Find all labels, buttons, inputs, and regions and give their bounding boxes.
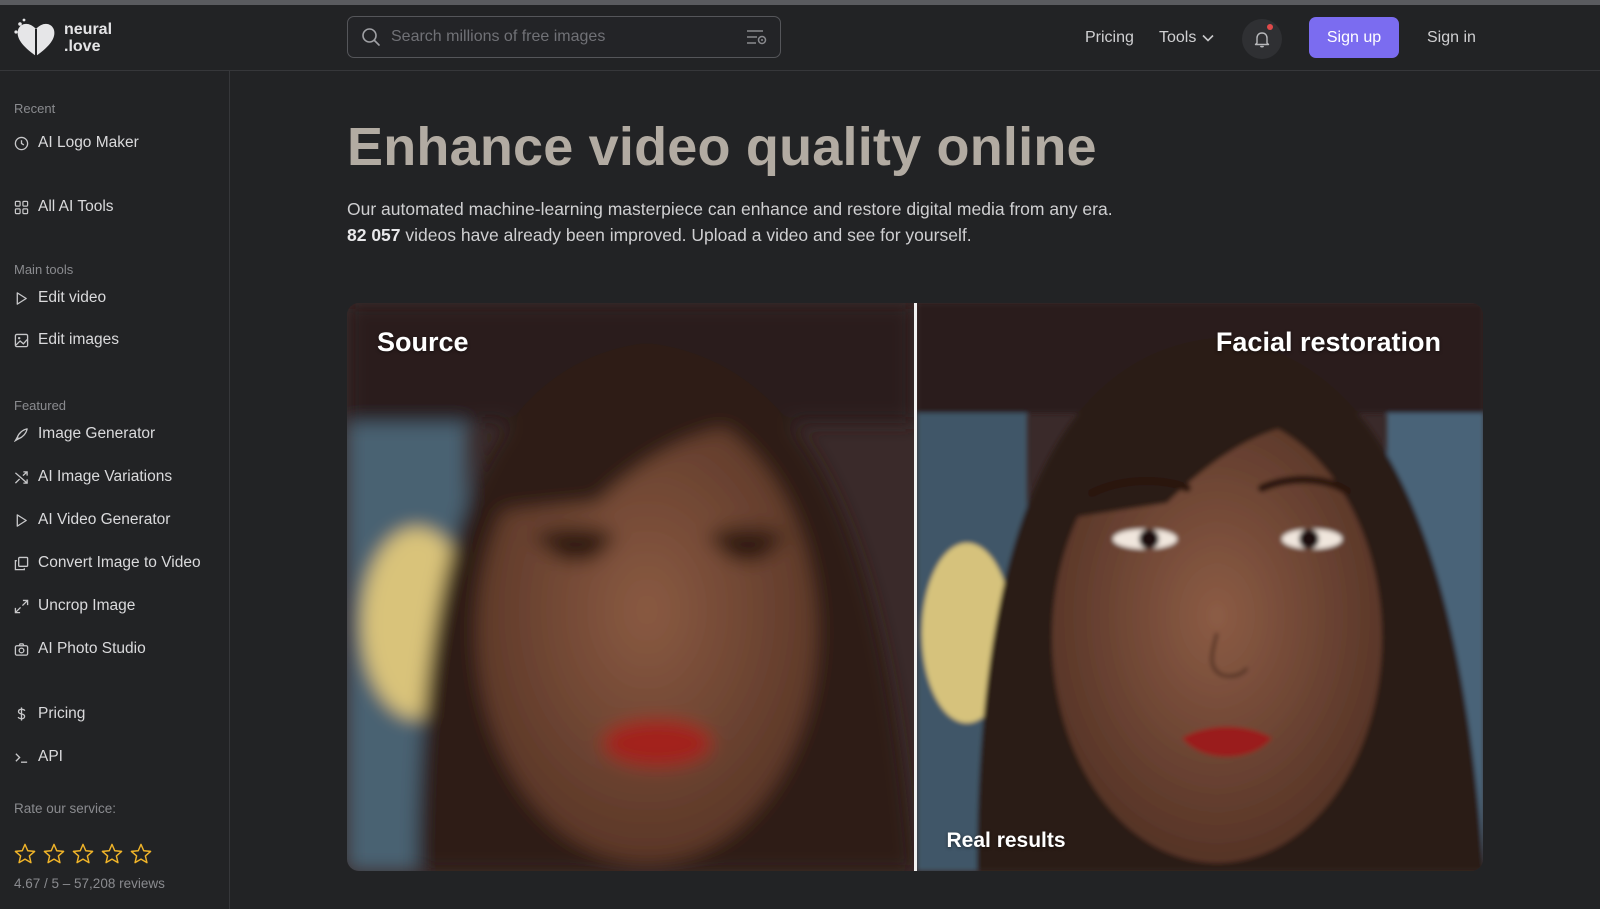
search-filter-icon[interactable] [746,28,768,46]
sidebar-item-ai-video-generator[interactable]: AI Video Generator [14,511,170,529]
description-line-2: 82 057 videos have already been improved… [347,225,972,245]
section-label-main-tools: Main tools [14,262,74,277]
sidebar-item-api[interactable]: API [14,748,63,766]
notifications-button[interactable] [1242,19,1282,59]
source-label: Source [377,327,469,357]
nav-pricing-link[interactable]: Pricing [1085,29,1134,47]
grid-icon [14,200,29,214]
sidebar-item-edit-video[interactable]: Edit video [14,289,106,307]
brand-logo[interactable]: neural .love [14,18,112,58]
sidebar-item-convert-image-to-video[interactable]: Convert Image to Video [14,554,201,572]
section-label-recent: Recent [14,101,56,116]
top-bar: neural .love Pricing Tools Sign up Sign … [0,5,1600,71]
play-icon [16,513,27,527]
layers-icon [14,556,29,570]
terminal-icon [15,752,28,763]
source-face-image [347,303,914,871]
search-bar [347,16,781,58]
search-input[interactable] [391,28,746,46]
improved-count: 82 057 [347,225,401,245]
sidebar-item-image-generator[interactable]: Image Generator [14,425,155,443]
nav-tools-label: Tools [1159,29,1197,46]
sidebar-item-ai-logo-maker[interactable]: AI Logo Maker [14,134,139,152]
before-after-comparison[interactable]: Source Facial restoration Real results [347,303,1483,871]
restored-face-image [916,303,1483,871]
image-icon [14,333,29,347]
brush-icon [14,427,28,442]
rating-summary: 4.67 / 5 – 57,208 reviews [14,876,165,891]
brand-name-line1: neural [64,21,113,38]
expand-icon [14,599,29,613]
sidebar-item-uncrop-image[interactable]: Uncrop Image [14,597,135,615]
star-icon[interactable] [101,843,123,864]
dollar-icon [17,707,26,721]
restored-video-pane: Facial restoration Real results [916,303,1483,871]
main-content: Enhance video quality online Our automat… [230,71,1600,909]
camera-icon [14,642,29,656]
chevron-down-icon [1202,34,1214,42]
real-results-label: Real results [946,829,1066,852]
bell-icon [1254,32,1270,48]
rating-stars [14,843,152,864]
star-icon[interactable] [72,843,94,864]
notification-dot [1267,24,1273,30]
search-icon [361,27,381,47]
sign-in-link[interactable]: Sign in [1427,29,1476,47]
shuffle-icon [14,470,28,484]
section-label-featured: Featured [14,398,67,413]
sidebar-item-all-ai-tools[interactable]: All AI Tools [14,198,114,216]
brand-name-line2: .love [64,38,101,55]
rate-service-label: Rate our service: [14,801,117,816]
play-icon [16,291,27,305]
sidebar-item-ai-photo-studio[interactable]: AI Photo Studio [14,640,146,658]
star-icon[interactable] [14,843,36,864]
source-video-pane: Source [347,303,914,871]
heart-logo-icon [14,18,55,56]
sidebar: Recent AI Logo Maker All AI Tools Main t… [0,71,230,909]
page-description: Our automated machine-learning masterpie… [347,196,1113,248]
sign-up-button[interactable]: Sign up [1309,17,1399,58]
sidebar-item-pricing[interactable]: Pricing [14,705,85,723]
facial-restoration-label: Facial restoration [1215,327,1441,357]
nav-tools-menu[interactable]: Tools [1159,29,1214,47]
sidebar-item-ai-image-variations[interactable]: AI Image Variations [14,468,172,486]
description-line-1: Our automated machine-learning masterpie… [347,199,1113,219]
star-icon[interactable] [130,843,152,864]
clock-icon [14,136,29,150]
page-title: Enhance video quality online [347,117,1097,177]
star-icon[interactable] [43,843,65,864]
sidebar-item-edit-images[interactable]: Edit images [14,331,119,349]
